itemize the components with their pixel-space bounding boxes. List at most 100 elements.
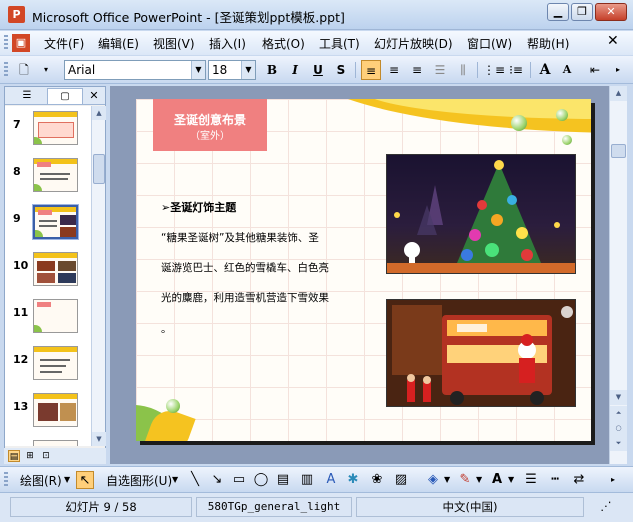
maximize-button[interactable]: ❐: [571, 3, 593, 21]
body-text-line[interactable]: 。: [161, 321, 172, 336]
column-icon[interactable]: ⫼: [453, 60, 473, 80]
slide-thumbnail-10[interactable]: [33, 252, 78, 286]
scroll-down-icon[interactable]: ▼: [610, 390, 627, 405]
resize-grip-icon[interactable]: ⋰: [588, 497, 624, 517]
select-pointer-icon[interactable]: ↖: [76, 471, 94, 489]
align-left-button[interactable]: ≡: [361, 60, 381, 80]
align-right-button[interactable]: ≡: [407, 60, 427, 80]
slide-thumbnail-9[interactable]: [32, 204, 79, 240]
body-text-line[interactable]: “糖果圣诞树”及其他糖果装饰、圣: [161, 230, 319, 245]
menu-edit[interactable]: 编辑(E): [98, 35, 139, 52]
normal-view-button[interactable]: ▤: [8, 450, 20, 462]
scrollbar-thumb[interactable]: [93, 154, 105, 184]
scrollbar-thumb[interactable]: [611, 144, 626, 158]
chevron-down-icon[interactable]: ▼: [241, 61, 255, 79]
panel-close-button[interactable]: ✕: [85, 88, 103, 104]
menu-window[interactable]: 窗口(W): [467, 35, 512, 52]
close-document-icon[interactable]: ✕: [607, 33, 619, 49]
arrow-tool-icon[interactable]: ↘: [208, 471, 226, 489]
toolbar-grip[interactable]: [4, 62, 8, 78]
slideshow-button[interactable]: ⊡: [40, 450, 52, 462]
slide-scrollbar[interactable]: ▲ ▼ ⏶ ○ ⏷: [609, 86, 627, 464]
slide-number: 13: [13, 400, 29, 413]
insert-picture-icon[interactable]: ▨: [392, 471, 410, 489]
close-button[interactable]: ✕: [595, 3, 627, 21]
chevron-down-icon[interactable]: ▼: [191, 61, 205, 79]
font-color-icon[interactable]: A: [488, 471, 506, 489]
slide-thumbnail-12[interactable]: [33, 346, 78, 380]
scroll-down-icon[interactable]: ▼: [92, 432, 106, 446]
bold-button[interactable]: B: [262, 60, 282, 80]
grow-font-button[interactable]: A: [535, 60, 555, 80]
photo-christmas-tram[interactable]: [386, 299, 576, 407]
line-tool-icon[interactable]: ╲: [186, 471, 204, 489]
bullets-icon[interactable]: ⁝≡: [506, 60, 526, 80]
scroll-up-icon[interactable]: ▲: [92, 106, 106, 120]
slide-thumbnail-partial[interactable]: [33, 440, 78, 446]
menu-grip[interactable]: [4, 35, 8, 51]
slide-thumbnail-7[interactable]: [33, 111, 78, 145]
slide-title-box[interactable]: 圣诞创意布景 （室外）: [153, 99, 267, 151]
chevron-down-icon[interactable]: ▼: [508, 475, 514, 484]
chevron-down-icon[interactable]: ▼: [64, 475, 70, 484]
shadow-button[interactable]: S: [331, 60, 351, 80]
previous-slide-icon[interactable]: ⏶: [610, 406, 627, 421]
photo-christmas-tree[interactable]: [386, 154, 576, 274]
menu-help[interactable]: 帮助(H): [527, 35, 569, 52]
document-icon[interactable]: ▣: [12, 34, 30, 52]
vertical-textbox-icon[interactable]: ▥: [298, 471, 316, 489]
menu-tools[interactable]: 工具(T): [319, 35, 360, 52]
toolbar-grip[interactable]: [4, 472, 8, 488]
menu-slideshow[interactable]: 幻灯片放映(D): [374, 35, 453, 52]
line-color-icon[interactable]: ✎: [456, 471, 474, 489]
textbox-tool-icon[interactable]: ▤: [274, 471, 292, 489]
dash-style-icon[interactable]: ┅: [546, 471, 564, 489]
autoshapes-menu-button[interactable]: 自选图形(U): [106, 472, 172, 489]
rectangle-tool-icon[interactable]: ▭: [230, 471, 248, 489]
oval-tool-icon[interactable]: ◯: [252, 471, 270, 489]
menu-format[interactable]: 格式(O): [262, 35, 305, 52]
decrease-indent-icon[interactable]: ⇤: [585, 60, 605, 80]
current-slide[interactable]: 圣诞创意布景 （室外） ➢圣诞灯饰主题 “糖果圣诞树”及其他糖果装饰、圣 诞游览…: [136, 99, 591, 441]
body-text-line[interactable]: 诞游览巴士、红色的雪橇车、白色亮: [161, 260, 329, 275]
align-center-button[interactable]: ≡: [384, 60, 404, 80]
arrow-style-icon[interactable]: ⇄: [570, 471, 588, 489]
clipart-icon[interactable]: ❀: [368, 471, 386, 489]
slide-thumbnail-13[interactable]: [33, 393, 78, 427]
menu-insert[interactable]: 插入(I): [209, 35, 246, 52]
line-style-icon[interactable]: ☰: [522, 471, 540, 489]
menu-file[interactable]: 文件(F): [44, 35, 84, 52]
draw-menu-button[interactable]: 绘图(R): [20, 472, 62, 489]
select-object-icon[interactable]: ○: [610, 421, 627, 436]
shrink-font-button[interactable]: A: [557, 60, 577, 80]
thumbnail-scrollbar[interactable]: ▲ ▼: [91, 106, 106, 446]
new-slide-icon[interactable]: 🗋: [14, 60, 34, 80]
italic-button[interactable]: I: [285, 60, 305, 80]
font-size-select[interactable]: 18 ▼: [208, 60, 256, 80]
scroll-up-icon[interactable]: ▲: [610, 86, 627, 101]
powerpoint-app-icon[interactable]: P: [8, 6, 25, 23]
wordart-icon[interactable]: A: [322, 471, 340, 489]
chevron-down-icon[interactable]: ▼: [444, 475, 450, 484]
minimize-button[interactable]: ▁: [547, 3, 569, 21]
toolbar-overflow-icon[interactable]: ▸: [604, 471, 622, 489]
numbering-icon[interactable]: ⋮≡: [483, 60, 505, 80]
underline-button[interactable]: U: [308, 60, 328, 80]
tab-slides[interactable]: ▢: [47, 88, 83, 104]
justify-button[interactable]: ☰: [430, 60, 450, 80]
diagram-icon[interactable]: ✱: [344, 471, 362, 489]
toolbar-options-icon[interactable]: ▾: [36, 60, 56, 80]
body-text-line[interactable]: 光的麋鹿，利用造雪机营造下雪效果: [161, 290, 329, 305]
body-heading[interactable]: ➢圣诞灯饰主题: [161, 199, 236, 215]
slide-thumbnail-11[interactable]: [33, 299, 78, 333]
slide-thumbnail-8[interactable]: [33, 158, 78, 192]
slide-sorter-button[interactable]: ⊞: [24, 450, 36, 462]
toolbar-overflow-icon[interactable]: ▸: [608, 60, 628, 80]
chevron-down-icon[interactable]: ▼: [172, 475, 178, 484]
chevron-down-icon[interactable]: ▼: [476, 475, 482, 484]
fill-color-icon[interactable]: ◈: [424, 471, 442, 489]
font-name-select[interactable]: Arial ▼: [64, 60, 206, 80]
menu-view[interactable]: 视图(V): [153, 35, 195, 52]
tab-outline[interactable]: ☰: [9, 88, 45, 104]
next-slide-icon[interactable]: ⏷: [610, 436, 627, 451]
